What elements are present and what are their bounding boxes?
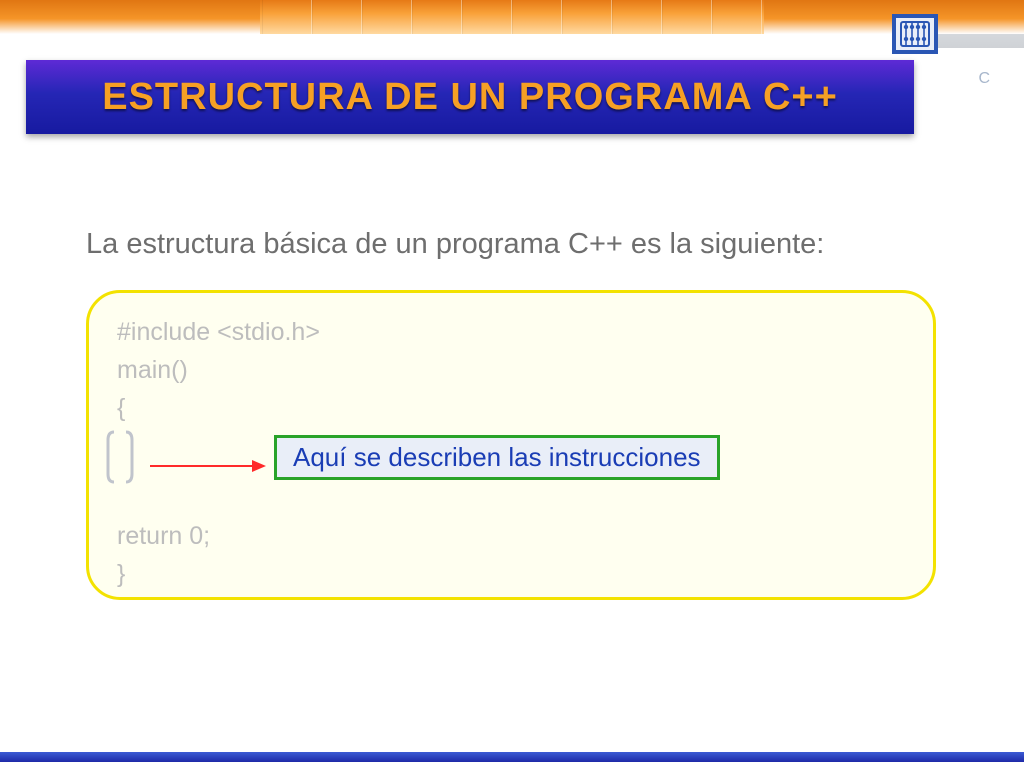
bottom-blue-bar — [0, 752, 1024, 762]
arrow-icon — [148, 456, 268, 458]
instructions-callout: Aquí se describen las instrucciones — [274, 435, 720, 480]
bracket-icon — [100, 428, 140, 486]
code-line-include: #include <stdio.h> — [117, 313, 905, 351]
slide-title-bar: ESTRUCTURA DE UN PROGRAMA C++ — [26, 60, 914, 134]
slide-title: ESTRUCTURA DE UN PROGRAMA C++ — [102, 76, 838, 119]
grey-accent-bar — [936, 34, 1024, 48]
intro-text: La estructura básica de un programa C++ … — [86, 228, 964, 261]
code-line-return: return 0; — [117, 517, 905, 555]
top-bar-notches — [262, 0, 762, 34]
abacus-icon — [892, 14, 938, 54]
top-orange-bar — [0, 0, 1024, 34]
instructions-placeholder-row: Aquí se describen las instrucciones — [100, 428, 700, 486]
code-line-main: main() — [117, 351, 905, 389]
side-letter: C — [978, 70, 996, 88]
code-line-closebrace: } — [117, 555, 905, 593]
code-line-openbrace: { — [117, 389, 905, 427]
